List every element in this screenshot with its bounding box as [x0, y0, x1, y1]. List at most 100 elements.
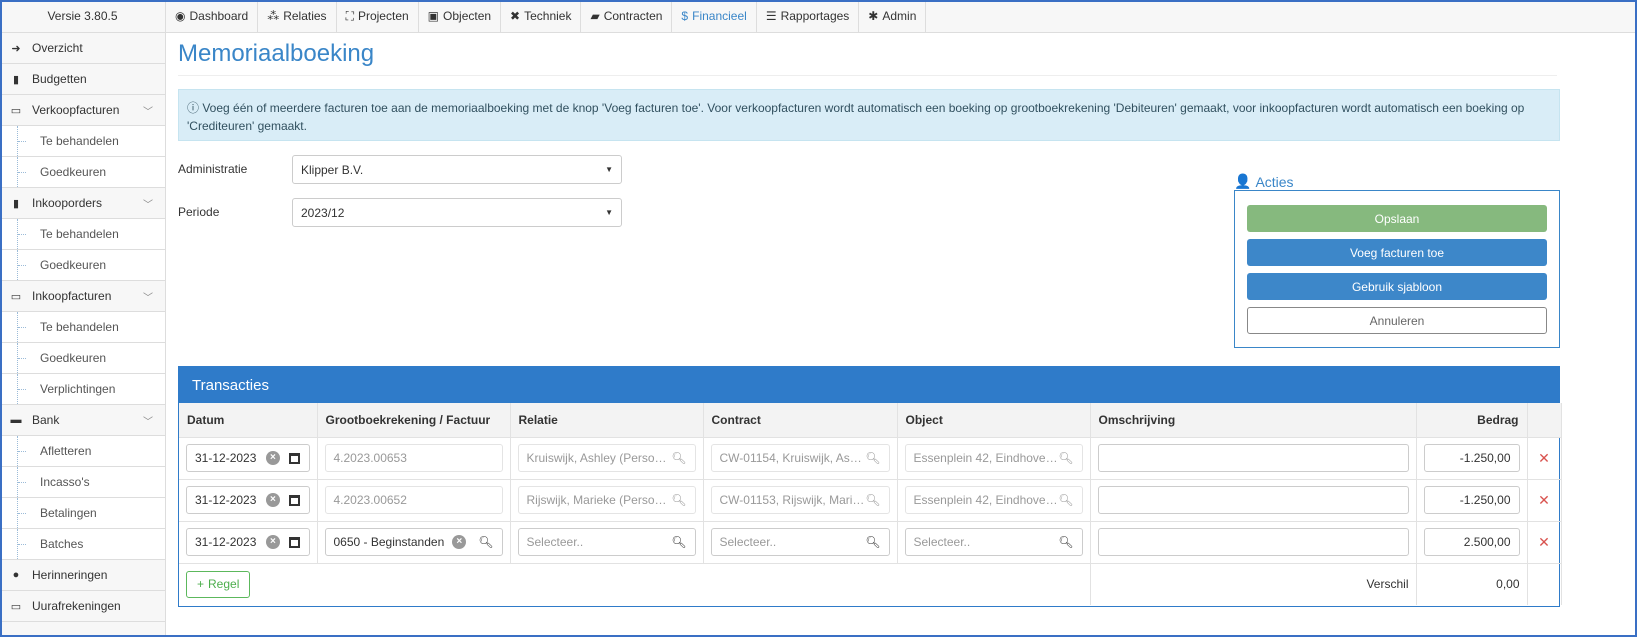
- clear-icon[interactable]: ×: [265, 493, 280, 507]
- sidebar-item-verkoopfacturen[interactable]: ▭ Verkoopfacturen ﹀: [0, 95, 165, 126]
- grootboek-field[interactable]: 0650 - Beginstanden × 🔍︎: [324, 528, 503, 556]
- table-row: 31-12-2023 × 4.2023.00653 Kruiswijk, Ashl…: [179, 437, 1562, 480]
- delete-row-icon[interactable]: ✕: [1527, 479, 1562, 522]
- nav-techniek[interactable]: ✖ Techniek: [501, 0, 582, 32]
- search-icon[interactable]: 🔍︎: [671, 535, 686, 549]
- nav-relaties[interactable]: ⁂ Relaties: [258, 0, 337, 32]
- clear-icon[interactable]: ×: [452, 535, 467, 549]
- object-field[interactable]: Selecteer.. 🔍︎: [904, 528, 1083, 556]
- search-icon[interactable]: 🔍︎: [1058, 493, 1073, 507]
- grootboek-field[interactable]: 4.2023.00653: [324, 444, 503, 472]
- sidebar-sub-goedkeuren[interactable]: Goedkeuren: [0, 343, 165, 374]
- search-icon[interactable]: 🔍︎: [865, 493, 880, 507]
- page-title: Memoriaalboeking: [178, 40, 375, 67]
- nav-label: Relaties: [283, 9, 327, 23]
- object-value: Essenplein 42, Eindhoven (...: [913, 451, 1059, 465]
- sidebar-sub-goedkeuren[interactable]: Goedkeuren: [0, 157, 165, 188]
- contract-field[interactable]: CW-01153, Rijswijk, Marieke 🔍︎: [710, 486, 890, 514]
- sidebar-sub-te-behandelen[interactable]: Te behandelen: [0, 219, 165, 250]
- image-icon: ▣: [427, 9, 440, 23]
- relatie-value: Kruiswijk, Ashley (Persoon): [526, 451, 672, 465]
- version-label: Versie 3.80.5: [0, 0, 166, 33]
- bedrag-input[interactable]: -1.250,00: [1423, 444, 1520, 472]
- periode-select[interactable]: 2023/12 ▼: [292, 198, 622, 227]
- grootboek-value: 4.2023.00652: [333, 493, 407, 507]
- omschrijving-input[interactable]: [1097, 444, 1409, 472]
- sidebar-item-herinneringen[interactable]: ● Herinneringen: [0, 560, 165, 591]
- sidebar-sub-goedkeuren[interactable]: Goedkeuren: [0, 250, 165, 281]
- search-icon[interactable]: 🔍︎: [1058, 451, 1073, 465]
- omschrijving-input[interactable]: [1097, 528, 1409, 556]
- nav-objecten[interactable]: ▣ Objecten: [419, 0, 502, 32]
- relatie-field[interactable]: Kruiswijk, Ashley (Persoon) 🔍︎: [517, 444, 696, 472]
- sidebar-item-uurafrekeningen[interactable]: ▭ Uurafrekeningen: [0, 591, 165, 622]
- sidebar-sub-batches[interactable]: Batches: [0, 529, 165, 560]
- contract-field[interactable]: Selecteer.. 🔍︎: [710, 528, 890, 556]
- sitemap-icon: ⁂: [267, 9, 280, 23]
- nav-dashboard[interactable]: ◉ Dashboard: [166, 0, 259, 32]
- nav-label: Objecten: [443, 9, 492, 23]
- contract-field[interactable]: CW-01154, Kruiswijk, Ashley 🔍︎: [710, 444, 890, 472]
- object-field[interactable]: Essenplein 42, Eindhoven (... 🔍︎: [904, 444, 1083, 472]
- datum-value: 31-12-2023: [195, 451, 257, 465]
- calendar-icon: ▭: [10, 104, 22, 117]
- sign-in-icon: ➜: [11, 42, 21, 55]
- nav-admin[interactable]: ✱ Admin: [859, 0, 927, 32]
- sidebar-item-bank[interactable]: ▬ Bank ﹀: [0, 405, 165, 436]
- datum-field[interactable]: 31-12-2023 ×: [186, 528, 310, 556]
- sidebar-sub-verplichtingen[interactable]: Verplichtingen: [0, 374, 165, 405]
- sidebar-sub-afletteren[interactable]: Afletteren: [0, 436, 165, 467]
- omschrijving-input[interactable]: [1097, 486, 1409, 514]
- gebruik-sjabloon-button[interactable]: Gebruik sjabloon: [1247, 273, 1547, 300]
- col-datum: Datum: [179, 403, 318, 438]
- bedrag-input[interactable]: -1.250,00: [1423, 486, 1520, 514]
- delete-row-icon[interactable]: ✕: [1527, 521, 1562, 564]
- add-regel-button[interactable]: + Regel: [186, 570, 251, 598]
- chevron-down-icon: ﹀: [143, 106, 153, 118]
- sidebar-item-inkooporders[interactable]: ▮ Inkooporders ﹀: [0, 188, 165, 219]
- bedrag-input[interactable]: 2.500,00: [1423, 528, 1520, 556]
- sidebar-item-inkoopfacturen[interactable]: ▭ Inkoopfacturen ﹀: [0, 281, 165, 312]
- sidebar-sub-te-behandelen[interactable]: Te behandelen: [0, 126, 165, 157]
- clear-icon[interactable]: ×: [265, 535, 280, 549]
- nav-contracten[interactable]: ▰ Contracten: [581, 0, 673, 32]
- clear-icon[interactable]: ×: [265, 451, 280, 465]
- calendar-icon[interactable]: [289, 494, 301, 506]
- search-icon[interactable]: 🔍︎: [671, 493, 686, 507]
- relatie-value: Selecteer..: [526, 535, 584, 549]
- search-icon[interactable]: 🔍︎: [1058, 535, 1073, 549]
- clock-icon: ●: [12, 569, 20, 581]
- label: Verkoopfacturen: [32, 103, 120, 117]
- search-icon[interactable]: 🔍︎: [865, 451, 880, 465]
- sidebar-item-overzicht[interactable]: ➜ Overzicht: [0, 33, 165, 64]
- nav-rapportages[interactable]: ☰ Rapportages: [757, 0, 860, 32]
- search-icon[interactable]: 🔍︎: [478, 535, 493, 549]
- opslaan-button[interactable]: Opslaan: [1247, 205, 1547, 232]
- nav-label: Financieel: [692, 9, 747, 23]
- nav-projecten[interactable]: ⛶ Projecten: [337, 0, 419, 32]
- empty-cell: [1527, 563, 1562, 605]
- grootboek-field[interactable]: 4.2023.00652: [324, 486, 503, 514]
- search-icon[interactable]: 🔍︎: [671, 451, 686, 465]
- relatie-field[interactable]: Rijswijk, Marieke (Persoon) 🔍︎: [517, 486, 696, 514]
- calendar-icon[interactable]: [289, 536, 301, 548]
- datum-field[interactable]: 31-12-2023 ×: [186, 486, 310, 514]
- label: Regel: [208, 577, 240, 592]
- table-row: 31-12-2023 × 0650 - Beginstanden × 🔍︎ Selec…: [179, 521, 1562, 564]
- relatie-field[interactable]: Selecteer.. 🔍︎: [517, 528, 696, 556]
- annuleren-button[interactable]: Annuleren: [1247, 307, 1547, 334]
- nav-label: Projecten: [357, 9, 409, 23]
- administratie-select[interactable]: Klipper B.V. ▼: [292, 155, 622, 184]
- sidebar-sub-te-behandelen[interactable]: Te behandelen: [0, 312, 165, 343]
- voeg-facturen-toe-button[interactable]: Voeg facturen toe: [1247, 239, 1547, 266]
- sidebar-item-budgetten[interactable]: ▮ Budgetten: [0, 64, 165, 95]
- datum-field[interactable]: 31-12-2023 ×: [186, 444, 310, 472]
- contract-value: CW-01154, Kruiswijk, Ashley: [719, 451, 866, 465]
- delete-row-icon[interactable]: ✕: [1527, 437, 1562, 480]
- search-icon[interactable]: 🔍︎: [865, 535, 880, 549]
- object-field[interactable]: Essenplein 42, Eindhoven (... 🔍︎: [904, 486, 1083, 514]
- sidebar-sub-betalingen[interactable]: Betalingen: [0, 498, 165, 529]
- sidebar-sub-incassos[interactable]: Incasso's: [0, 467, 165, 498]
- nav-financieel[interactable]: $ Financieel: [672, 0, 757, 32]
- calendar-icon[interactable]: [289, 452, 301, 464]
